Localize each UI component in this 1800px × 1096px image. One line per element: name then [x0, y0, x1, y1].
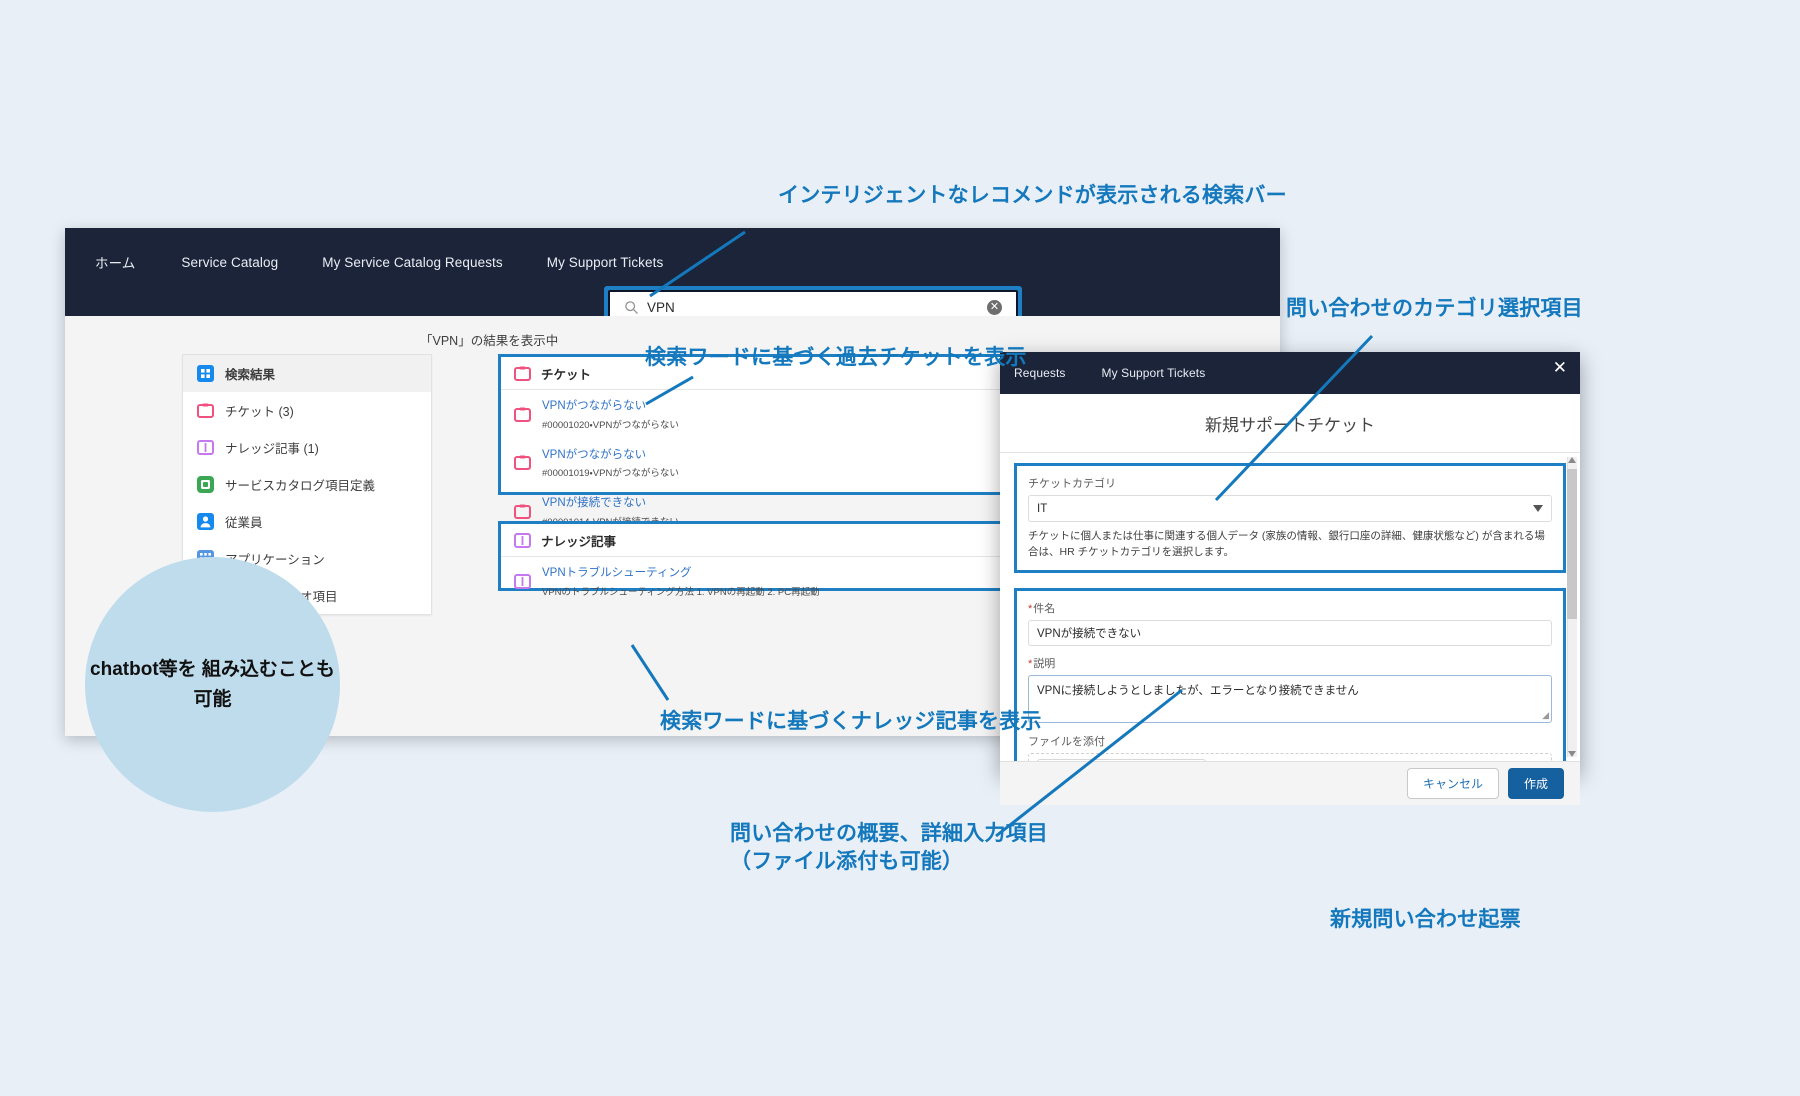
sidebar-item-service-catalog-item-definition[interactable]: サービスカタログ項目定義	[183, 466, 431, 503]
create-button[interactable]: 作成	[1507, 768, 1564, 799]
modal-navbar: Requests My Support Tickets ✕	[1000, 352, 1580, 394]
catalog-icon	[197, 476, 214, 493]
nav-link-my-service-catalog-requests[interactable]: My Service Catalog Requests	[322, 255, 503, 270]
ticket-icon	[514, 406, 531, 423]
sidebar-item-label: 検索結果	[225, 368, 276, 382]
annotation-detail-fields: 問い合わせの概要、詳細入力項目 （ファイル添付も可能）	[730, 822, 1048, 873]
chatbot-annotation-circle: chatbot等を 組み込むことも可能	[85, 557, 340, 812]
search-icon	[625, 300, 638, 314]
modal-scrollbar-thumb[interactable]	[1567, 469, 1577, 619]
sidebar-item-label: サービスカタログ項目定義	[225, 479, 376, 493]
knowledge-result-title[interactable]: VPNトラブルシューティング	[542, 567, 691, 579]
knowledge-result-text: VPNトラブルシューティング VPNのトラブルシューティング方法 1. VPNの…	[542, 563, 1034, 600]
scroll-down-icon[interactable]	[1568, 751, 1576, 757]
ticket-category-select[interactable]: IT	[1028, 495, 1552, 522]
results-header: 「VPN」の結果を表示中	[420, 334, 559, 348]
person-icon	[197, 513, 214, 530]
subject-label: *件名	[1028, 600, 1552, 616]
clear-icon[interactable]: ✕	[987, 299, 1002, 315]
new-support-ticket-modal: Requests My Support Tickets ✕ 新規サポートチケット…	[1000, 352, 1580, 805]
ticket-result-subtitle: #00001019・VPNがつながらない	[542, 468, 679, 480]
annotation-search-bar: インテリジェントなレコメンドが表示される検索バー	[778, 184, 1287, 207]
scroll-up-icon[interactable]	[1568, 457, 1576, 463]
nav-link-list: ホーム Service Catalog My Service Catalog R…	[65, 228, 1280, 272]
description-textarea-value: VPNに接続しようとしましたが、エラーとなり接続できません	[1037, 684, 1359, 697]
ticket-result-title[interactable]: VPNが接続できない	[542, 497, 646, 509]
knowledge-result-row[interactable]: VPNトラブルシューティング VPNのトラブルシューティング方法 1. VPNの…	[501, 557, 1047, 606]
ticket-result-row[interactable]: VPNがつながらない #00001020・VPNがつながらない 新規	[501, 390, 1047, 439]
required-marker: *	[1028, 657, 1033, 670]
resize-handle-icon[interactable]: ◢	[1542, 710, 1549, 721]
search-input-value: VPN	[647, 299, 675, 315]
knowledge-results-panel: ナレッジ記事 VPNトラブルシューティング VPNのトラブルシューティング方法 …	[498, 521, 1050, 598]
ticket-result-title[interactable]: VPNがつながらない	[542, 400, 646, 412]
ticket-result-subtitle: #00001020・VPNがつながらない	[542, 419, 679, 431]
sidebar-item-label: ナレッジ記事 (1)	[225, 442, 319, 456]
knowledge-panel-title: ナレッジ記事	[541, 534, 617, 549]
ticket-result-title[interactable]: VPNがつながらない	[542, 449, 646, 461]
chevron-down-icon	[1533, 505, 1543, 512]
annotation-past-tickets: 検索ワードに基づく過去チケットを表示	[645, 346, 1027, 369]
ticket-category-help-text: チケットに個人または仕事に関連する個人データ (家族の情報、銀行口座の詳細、健康…	[1028, 530, 1545, 558]
ticket-panel-title: チケット	[541, 367, 592, 382]
ticket-details-group: *件名 VPNが接続できない *説明 VPNに接続しようとしましたが、エラーとな…	[1014, 587, 1566, 761]
ticket-icon	[514, 454, 531, 471]
ticket-category-group: チケットカテゴリ IT チケットに個人または仕事に関連する個人データ (家族の情…	[1014, 463, 1566, 573]
sidebar-item-tickets[interactable]: チケット (3)	[183, 392, 431, 429]
cancel-button[interactable]: キャンセル	[1406, 768, 1499, 799]
nav-link-service-catalog[interactable]: Service Catalog	[181, 255, 278, 270]
required-marker: *	[1028, 602, 1033, 615]
upload-file-button[interactable]: ファイルをアップロード	[1037, 758, 1206, 761]
subject-label-text: 件名	[1033, 602, 1056, 615]
ticket-icon	[514, 365, 531, 382]
modal-form-scroll-area: チケットカテゴリ IT チケットに個人または仕事に関連する個人データ (家族の情…	[1000, 453, 1580, 761]
ticket-result-text: VPNがつながらない #00001020・VPNがつながらない	[542, 396, 990, 433]
ticket-result-row[interactable]: VPNがつながらない #00001019・VPNがつながらない 新規	[501, 439, 1047, 488]
subject-input[interactable]: VPNが接続できない	[1028, 619, 1552, 646]
sidebar-item-search-results[interactable]: 検索結果	[183, 355, 431, 392]
sidebar-item-employees[interactable]: 従業員	[183, 503, 431, 540]
description-textarea[interactable]: VPNに接続しようとしましたが、エラーとなり接続できません ◢	[1028, 674, 1552, 723]
sidebar-item-knowledge-articles[interactable]: ナレッジ記事 (1)	[183, 429, 431, 466]
modal-title: 新規サポートチケット	[1000, 394, 1580, 453]
file-drop-zone[interactable]: ファイルをアップロード またはファイルをドロップ	[1028, 752, 1552, 761]
ticket-results-panel: チケット VPNがつながらない #00001020・VPNがつながらない 新規 …	[498, 354, 1050, 528]
annotation-new-ticket: 新規問い合わせ起票	[1330, 908, 1521, 931]
annotation-category-item: 問い合わせのカテゴリ選択項目	[1286, 297, 1583, 320]
nav-link-my-support-tickets[interactable]: My Support Tickets	[547, 255, 664, 270]
nav-link-home[interactable]: ホーム	[95, 252, 135, 272]
book-icon	[514, 573, 531, 590]
ticket-category-label: チケットカテゴリ	[1028, 478, 1116, 490]
knowledge-panel-header: ナレッジ記事	[501, 524, 1047, 557]
close-icon[interactable]: ✕	[1553, 359, 1567, 376]
app-navbar: ホーム Service Catalog My Service Catalog R…	[65, 228, 1280, 328]
ticket-category-value: IT	[1037, 502, 1048, 515]
chatbot-annotation-text: chatbot等を 組み込むことも可能	[90, 659, 335, 710]
ticket-icon	[197, 402, 214, 419]
description-label: *説明	[1028, 655, 1552, 671]
attachment-label: ファイルを添付	[1028, 735, 1105, 748]
sidebar-item-label: チケット (3)	[225, 405, 294, 419]
knowledge-result-subtitle: VPNのトラブルシューティング方法 1. VPNの再起動 2. PC再起動	[542, 586, 820, 598]
sidebar-item-label: 従業員	[225, 516, 263, 530]
ticket-icon	[514, 503, 531, 520]
modal-footer: キャンセル 作成	[1000, 761, 1580, 805]
annotation-knowledge-articles: 検索ワードに基づくナレッジ記事を表示	[660, 710, 1042, 733]
grid-icon	[197, 365, 214, 382]
ticket-result-text: VPNがつながらない #00001019・VPNがつながらない	[542, 445, 990, 482]
nav-link-my-support-tickets[interactable]: My Support Tickets	[1102, 366, 1206, 380]
subject-input-value: VPNが接続できない	[1037, 627, 1142, 640]
book-icon	[514, 532, 531, 549]
book-icon	[197, 439, 214, 456]
description-label-text: 説明	[1033, 657, 1056, 670]
